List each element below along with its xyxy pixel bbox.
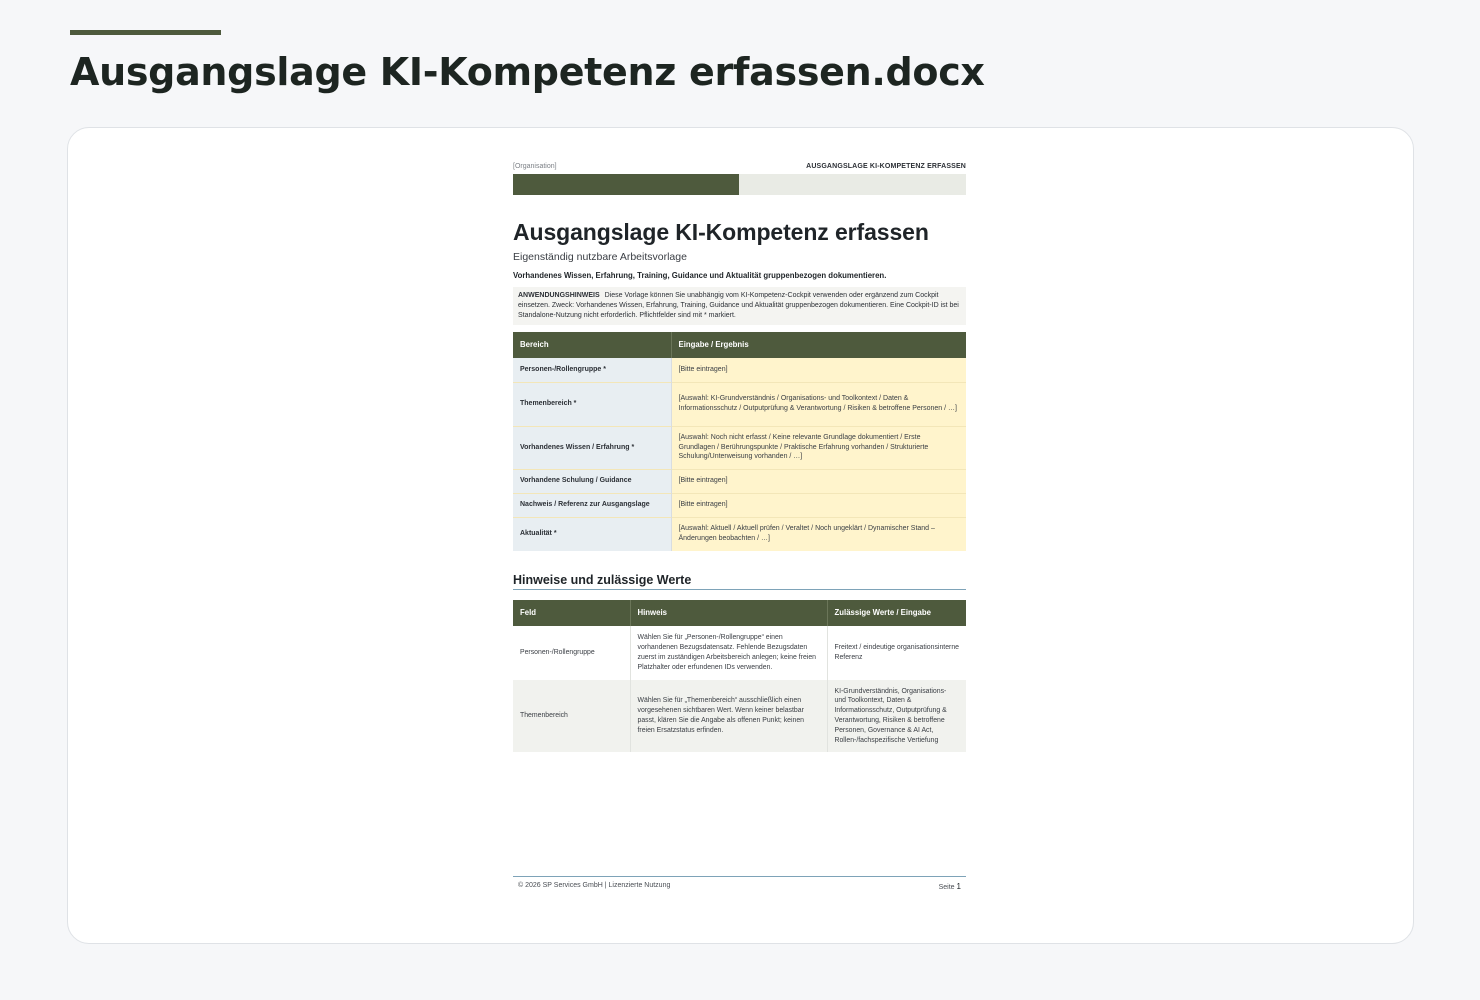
usage-hint-label: ANWENDUNGSHINWEIS — [518, 292, 600, 299]
footer-page-label: Seite — [938, 884, 955, 891]
notes-table: Feld Hinweis Zulässige Werte / Eingabe P… — [513, 600, 966, 752]
footer-page-number: 1 — [956, 882, 961, 891]
table-row: Nachweis / Referenz zur Ausgangslage [Bi… — [513, 492, 966, 517]
column-header-hinweis: Hinweis — [629, 600, 827, 626]
field-input[interactable]: [Auswahl: Aktuell / Aktuell prüfen / Ver… — [671, 516, 966, 551]
notes-allowed-values: KI-Grundverständnis, Organisations- und … — [826, 680, 966, 752]
footer-copyright: © 2026 SP Services GmbH | Lizenzierte Nu… — [518, 882, 671, 889]
notes-hint: Wählen Sie für „Themenbereich“ ausschlie… — [629, 680, 827, 752]
table-row: Vorhandenes Wissen / Erfahrung * [Auswah… — [513, 425, 966, 469]
column-header-bereich: Bereich — [513, 332, 671, 358]
field-label: Aktualität * — [513, 516, 672, 551]
table-row: Themenbereich * [Auswahl: KI-Grundverstä… — [513, 381, 966, 426]
column-header-feld: Feld — [513, 600, 630, 626]
document-page: [Organisation] AUSGANGSLAGE KI-KOMPETENZ… — [513, 160, 966, 752]
document-footer: © 2026 SP Services GmbH | Lizenzierte Nu… — [513, 876, 966, 891]
column-header-eingabe: Eingabe / Ergebnis — [670, 332, 966, 358]
notes-allowed-values: Freitext / eindeutige organisationsinter… — [826, 626, 966, 680]
header-title: AUSGANGSLAGE KI-KOMPETENZ ERFASSEN — [806, 163, 966, 170]
field-label: Personen-/Rollengruppe * — [513, 358, 672, 382]
title-accent-bar — [70, 30, 221, 35]
field-input[interactable]: [Bitte eintragen] — [671, 468, 966, 493]
field-label: Vorhandenes Wissen / Erfahrung * — [513, 425, 672, 469]
field-input[interactable]: [Bitte eintragen] — [671, 492, 966, 517]
input-form-table: Bereich Eingabe / Ergebnis Personen-/Rol… — [513, 332, 966, 551]
usage-hint-box: ANWENDUNGSHINWEIS Diese Vorlage können S… — [513, 287, 966, 325]
field-label: Nachweis / Referenz zur Ausgangslage — [513, 492, 672, 517]
notes-section-title: Hinweise und zulässige Werte — [513, 573, 966, 590]
table-header-row: Feld Hinweis Zulässige Werte / Eingabe — [513, 600, 966, 626]
field-input[interactable]: [Auswahl: Noch nicht erfasst / Keine rel… — [671, 425, 966, 469]
footer-page-indicator: Seite 1 — [939, 882, 966, 891]
field-input[interactable]: [Auswahl: KI-Grundverständnis / Organisa… — [671, 381, 966, 426]
field-input[interactable]: [Bitte eintragen] — [671, 358, 966, 382]
table-row: Themenbereich Wählen Sie für „Themenbere… — [513, 680, 966, 752]
notes-hint: Wählen Sie für „Personen-/Rollengruppe“ … — [629, 626, 827, 680]
table-header-row: Bereich Eingabe / Ergebnis — [513, 332, 966, 358]
document-header: [Organisation] AUSGANGSLAGE KI-KOMPETENZ… — [513, 160, 966, 173]
table-row: Personen-/Rollengruppe * [Bitte eintrage… — [513, 358, 966, 382]
header-color-band — [513, 174, 966, 195]
document-subtitle: Eigenständig nutzbare Arbeitsvorlage — [513, 251, 687, 263]
table-row: Personen-/Rollengruppe Wählen Sie für „P… — [513, 626, 966, 680]
field-label: Vorhandene Schulung / Guidance — [513, 468, 672, 493]
column-header-zulaessige-werte: Zulässige Werte / Eingabe — [826, 600, 966, 626]
document-lead: Vorhandenes Wissen, Erfahrung, Training,… — [513, 271, 887, 280]
header-band-light — [739, 174, 966, 195]
table-row: Vorhandene Schulung / Guidance [Bitte ei… — [513, 468, 966, 493]
table-row: Aktualität * [Auswahl: Aktuell / Aktuell… — [513, 516, 966, 551]
notes-field: Personen-/Rollengruppe — [513, 626, 630, 680]
field-label: Themenbereich * — [513, 381, 672, 426]
document-title: Ausgangslage KI-Kompetenz erfassen — [513, 219, 929, 245]
page-title: Ausgangslage KI-Kompetenz erfassen.docx — [70, 50, 985, 94]
organization-placeholder: [Organisation] — [513, 163, 557, 170]
header-band-dark — [513, 174, 739, 195]
notes-field: Themenbereich — [513, 680, 630, 752]
